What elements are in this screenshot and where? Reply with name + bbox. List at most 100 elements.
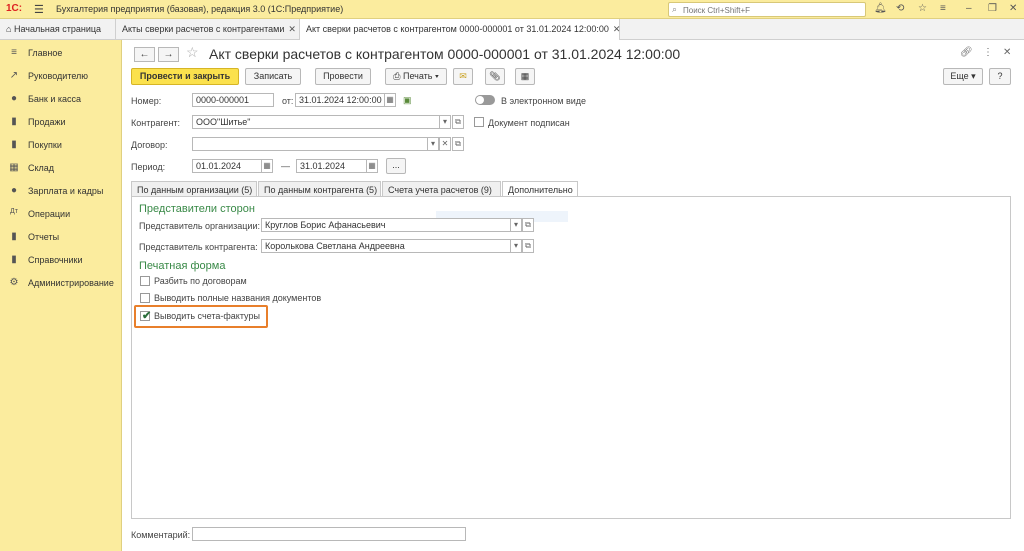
sidebar-item-purchases[interactable]: ▮ Покупки <box>0 135 122 155</box>
chevron-down-icon[interactable]: ▾ <box>439 115 451 129</box>
minimize-icon[interactable]: – <box>966 3 972 14</box>
sidebar-item-sales[interactable]: ▮ Продажи <box>0 112 122 132</box>
electronic-toggle[interactable] <box>475 95 495 105</box>
calendar-icon[interactable]: ▦ <box>261 159 273 173</box>
link-icon[interactable]: 🔗︎ <box>960 47 973 58</box>
close-tab-icon[interactable]: ✕ <box>288 24 296 34</box>
debit-credit-icon: Дт <box>10 208 18 215</box>
sidebar-item-salary[interactable]: ● Зарплата и кадры <box>0 181 122 201</box>
tab-reconciliation-act[interactable]: Акт сверки расчетов с контрагентом 0000-… <box>300 19 620 41</box>
calendar-icon[interactable]: ▦ <box>366 159 378 173</box>
period-select-button[interactable]: ... <box>386 158 406 174</box>
tab-accounts[interactable]: Счета учета расчетов (9) <box>382 181 501 197</box>
sidebar-item-reports[interactable]: ▮ Отчеты <box>0 227 122 247</box>
clear-icon[interactable]: ✕ <box>439 137 451 151</box>
sidebar-item-label: Главное <box>28 48 63 58</box>
structure-button[interactable]: ▦ <box>515 68 535 85</box>
period-to-field[interactable]: 31.01.2024 <box>296 159 367 173</box>
favorites-icon[interactable]: ☆ <box>918 3 927 14</box>
coin-icon: ● <box>10 93 18 104</box>
search-input[interactable] <box>683 4 863 16</box>
back-button[interactable]: ← <box>134 47 155 62</box>
sidebar-item-main[interactable]: ≡ Главное <box>0 43 122 63</box>
calendar-icon[interactable]: ▦ <box>384 93 396 107</box>
contract-field[interactable] <box>192 137 428 151</box>
book-icon: ▮ <box>11 254 17 265</box>
org-rep-label: Представитель организации: <box>139 221 260 231</box>
list-icon: ≡ <box>11 47 17 58</box>
contract-label: Договор: <box>131 140 168 150</box>
help-button[interactable]: ? <box>989 68 1011 85</box>
sidebar-item-warehouse[interactable]: ▦ Склад <box>0 158 122 178</box>
date-field[interactable]: 31.01.2024 12:00:00 <box>295 93 385 107</box>
close-window-icon[interactable]: ✕ <box>1009 3 1017 14</box>
tab-label: Начальная страница <box>13 24 102 34</box>
history-icon[interactable]: ⟲ <box>896 3 904 14</box>
email-button[interactable]: ✉ <box>453 68 473 85</box>
chevron-down-icon[interactable]: ▾ <box>510 218 522 232</box>
comment-label: Комментарий: <box>131 530 191 540</box>
signed-checkbox[interactable] <box>474 117 484 127</box>
check-icon: ✔ <box>142 310 152 322</box>
split-checkbox[interactable] <box>140 276 150 286</box>
report-icon: ▮ <box>11 231 17 242</box>
print-form-title: Печатная форма <box>139 260 226 272</box>
sidebar-item-label: Склад <box>28 163 55 173</box>
app-logo: 1С: <box>6 3 23 14</box>
bell-icon[interactable]: 🔔︎ <box>874 3 887 14</box>
attach-button[interactable]: 📎︎ <box>485 68 505 85</box>
number-field[interactable]: 0000-000001 <box>192 93 274 107</box>
sidebar-item-label: Администрирование <box>28 278 114 288</box>
main-menu-icon[interactable]: ☰ <box>34 3 44 16</box>
sidebar-item-bank[interactable]: ● Банк и касса <box>0 89 122 109</box>
app-title: Бухгалтерия предприятия (базовая), редак… <box>56 4 344 14</box>
chevron-down-icon[interactable]: ▾ <box>427 137 439 151</box>
close-tab-icon[interactable]: ✕ <box>613 24 621 34</box>
signed-label: Документ подписан <box>488 118 570 128</box>
warehouse-icon: ▦ <box>9 162 19 173</box>
contractor-rep-field[interactable]: Королькова Светлана Андреевна <box>261 239 511 253</box>
comment-field[interactable] <box>192 527 466 541</box>
print-button[interactable]: ⎙ Печать ▾ <box>385 68 447 85</box>
post-and-close-button[interactable]: Провести и закрыть <box>131 68 239 85</box>
post-button[interactable]: Провести <box>315 68 371 85</box>
tab-home[interactable]: ⌂ Начальная страница <box>0 19 116 40</box>
electronic-label: В электронном виде <box>501 96 587 106</box>
period-from-field[interactable]: 01.01.2024 <box>192 159 262 173</box>
forward-button[interactable]: → <box>158 47 179 62</box>
print-label: Печать <box>402 71 433 81</box>
settings-menu-icon[interactable]: ≡ <box>940 3 946 14</box>
document-title: Акт сверки расчетов с контрагентом 0000-… <box>209 46 681 62</box>
sidebar-item-operations[interactable]: Дт Операции <box>0 204 122 224</box>
date-label: от: <box>282 96 294 106</box>
tab-contractor-data[interactable]: По данным контрагента (5) <box>258 181 381 197</box>
more-button[interactable]: Еще ▾ <box>943 68 983 85</box>
tab-reconciliation-list[interactable]: Акты сверки расчетов с контрагентами ✕ <box>116 19 300 40</box>
sidebar-item-label: Отчеты <box>28 232 60 242</box>
global-search[interactable]: ⌕ <box>668 2 866 17</box>
save-button[interactable]: Записать <box>245 68 301 85</box>
invoices-label: Выводить счета-фактуры <box>154 311 260 321</box>
favorite-star-icon[interactable]: ☆ <box>186 44 199 61</box>
sidebar-item-admin[interactable]: ⚙ Администрирование <box>0 273 122 293</box>
more-vertical-icon[interactable]: ⋮ <box>983 47 993 58</box>
close-form-icon[interactable]: ✕ <box>1003 47 1011 58</box>
date-action-icon[interactable]: ▣ <box>403 95 412 106</box>
open-icon[interactable]: ⧉ <box>452 137 464 151</box>
open-icon[interactable]: ⧉ <box>522 218 534 232</box>
sidebar-item-manager[interactable]: ↗ Руководителю <box>0 66 122 86</box>
title-bar: 1С: ☰ Бухгалтерия предприятия (базовая),… <box>0 0 1024 19</box>
org-rep-field[interactable]: Круглов Борис Афанасьевич <box>261 218 511 232</box>
tab-org-data[interactable]: По данным организации (5) <box>131 181 257 197</box>
trend-icon: ↗ <box>9 70 19 81</box>
open-icon[interactable]: ⧉ <box>522 239 534 253</box>
restore-icon[interactable]: ❐ <box>988 3 997 14</box>
full-names-checkbox[interactable] <box>140 293 150 303</box>
invoices-checkbox[interactable]: ✔ <box>140 310 152 322</box>
open-icon[interactable]: ⧉ <box>452 115 464 129</box>
chevron-down-icon[interactable]: ▾ <box>510 239 522 253</box>
sidebar-item-label: Руководителю <box>28 71 89 81</box>
sidebar-item-references[interactable]: ▮ Справочники <box>0 250 122 270</box>
contractor-field[interactable]: ООО"Шитье" <box>192 115 440 129</box>
sidebar-item-label: Зарплата и кадры <box>28 186 104 196</box>
